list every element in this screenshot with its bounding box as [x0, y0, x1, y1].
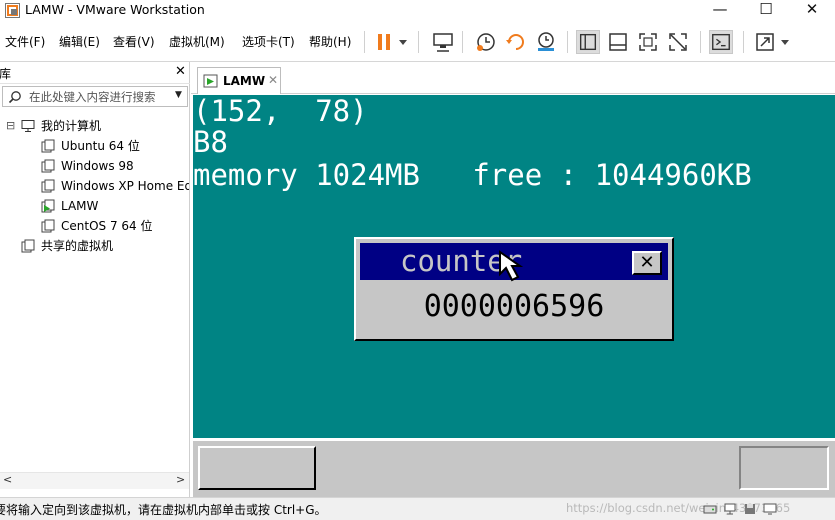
title-bar: LAMW - VMware Workstation — ☐ ✕ — [0, 0, 835, 22]
tree-my-computer[interactable]: ⊟ 我的计算机 — [6, 116, 186, 136]
running-vm-icon — [203, 74, 218, 88]
revert-snapshot-icon[interactable] — [504, 30, 528, 54]
unity-icon[interactable] — [666, 30, 690, 54]
floppy-icon[interactable] — [743, 502, 757, 516]
tree-vm-lamw[interactable]: LAMW — [41, 196, 189, 216]
toolbar-separator — [743, 31, 744, 53]
library-search[interactable]: ▼ — [2, 86, 188, 107]
status-message: 要将输入定向到该虚拟机，请在虚拟机内部单击或按 Ctrl+G。 — [0, 503, 327, 517]
guest-counter-value: 0000006596 — [423, 289, 605, 324]
show-library-icon[interactable] — [576, 30, 600, 54]
status-bar: 要将输入定向到该虚拟机，请在虚拟机内部单击或按 Ctrl+G。 https://… — [0, 497, 835, 520]
computer-icon — [21, 120, 35, 132]
close-tab-button[interactable]: ✕ — [268, 73, 278, 87]
search-input[interactable] — [29, 89, 169, 104]
tree-shared-vms[interactable]: 共享的虚拟机 — [21, 236, 189, 256]
guest-window-close-button[interactable]: ✕ — [632, 251, 662, 275]
window-title: LAMW - VMware Workstation — [25, 2, 205, 17]
guest-coordinate-line: (152, 78) — [193, 95, 368, 128]
scroll-right-icon[interactable]: > — [176, 473, 185, 486]
vm-console[interactable]: (152, 78) B8 memory 1024MB free : 104496… — [193, 95, 835, 438]
dropdown-icon[interactable] — [396, 30, 410, 54]
thumbnail-bar-icon[interactable] — [606, 30, 630, 54]
guest-taskbar — [193, 438, 835, 497]
snapshot-manager-icon[interactable] — [534, 30, 558, 54]
toolbar-separator — [700, 31, 701, 53]
vm-icon — [41, 219, 55, 233]
vm-icon — [41, 139, 55, 153]
shared-vms-icon — [21, 239, 35, 253]
guest-key-line: B8 — [193, 125, 228, 159]
guest-tray — [739, 446, 829, 490]
library-title: 库 — [0, 67, 12, 81]
vm-icon — [41, 179, 55, 193]
send-ctrl-alt-del-icon[interactable] — [431, 30, 455, 54]
menu-toolbar: 文件(F) 编辑(E) 查看(V) 虚拟机(M) 选项卡(T) 帮助(H) — [0, 22, 835, 62]
stretch-icon[interactable] — [753, 30, 777, 54]
tree-label: Ubuntu 64 位 — [61, 139, 140, 153]
tree-label: CentOS 7 64 位 — [61, 219, 153, 233]
maximize-button[interactable]: ☐ — [743, 0, 789, 22]
guest-start-button[interactable] — [198, 446, 316, 490]
collapse-toggle-icon[interactable]: ⊟ — [6, 116, 15, 136]
tree-vm-centos[interactable]: CentOS 7 64 位 — [41, 216, 189, 236]
tree-label: LAMW — [61, 199, 99, 213]
guest-memory-line: memory 1024MB free : 1044960KB — [193, 158, 752, 192]
stretch-dropdown-icon[interactable] — [778, 30, 792, 54]
close-library-button[interactable]: ✕ — [175, 64, 186, 79]
library-header: 库 ✕ — [0, 62, 190, 84]
tab-label: LAMW — [223, 74, 266, 88]
tab-lamw[interactable]: LAMW ✕ — [197, 67, 281, 94]
scroll-left-icon[interactable]: < — [3, 473, 12, 486]
menu-view[interactable]: 查看(V) — [113, 34, 155, 50]
menu-edit[interactable]: 编辑(E) — [59, 34, 100, 50]
menu-tabs[interactable]: 选项卡(T) — [242, 34, 295, 50]
mouse-cursor-icon — [499, 250, 524, 282]
tab-strip: LAMW ✕ — [191, 62, 835, 94]
display-icon[interactable] — [763, 502, 777, 516]
search-dropdown-icon[interactable]: ▼ — [175, 90, 182, 100]
library-panel: 库 ✕ ▼ ⊟ 我的计算机 Ubuntu 64 位 Windows 98 — [0, 62, 190, 497]
tree-vm-winxp[interactable]: Windows XP Home Edition — [41, 176, 189, 196]
snapshot-icon[interactable] — [474, 30, 498, 54]
menu-vm[interactable]: 虚拟机(M) — [169, 34, 225, 50]
running-vm-icon — [41, 199, 55, 213]
menu-help[interactable]: 帮助(H) — [309, 34, 351, 50]
network-icon[interactable] — [723, 502, 737, 516]
full-screen-icon[interactable] — [636, 30, 660, 54]
vm-icon — [41, 159, 55, 173]
toolbar-separator — [418, 31, 419, 53]
vmware-logo-icon — [5, 3, 20, 18]
tree-vm-ubuntu[interactable]: Ubuntu 64 位 — [41, 136, 189, 156]
tree-label: Windows XP Home Edition — [61, 179, 189, 193]
toolbar-separator — [364, 31, 365, 53]
minimize-button[interactable]: — — [697, 0, 743, 22]
tree-label: 共享的虚拟机 — [41, 239, 114, 253]
close-window-button[interactable]: ✕ — [789, 0, 835, 22]
console-view-icon[interactable] — [709, 30, 733, 54]
search-icon — [8, 91, 21, 104]
pause-icon[interactable] — [372, 30, 396, 54]
tree-vm-win98[interactable]: Windows 98 — [41, 156, 189, 176]
menu-file[interactable]: 文件(F) — [5, 34, 45, 50]
library-horizontal-scrollbar[interactable]: < > — [0, 472, 189, 489]
toolbar-separator — [567, 31, 568, 53]
toolbar-separator — [462, 31, 463, 53]
tree-label: 我的计算机 — [41, 119, 102, 133]
tree-label: Windows 98 — [61, 159, 134, 173]
hard-disk-icon[interactable] — [703, 502, 717, 516]
